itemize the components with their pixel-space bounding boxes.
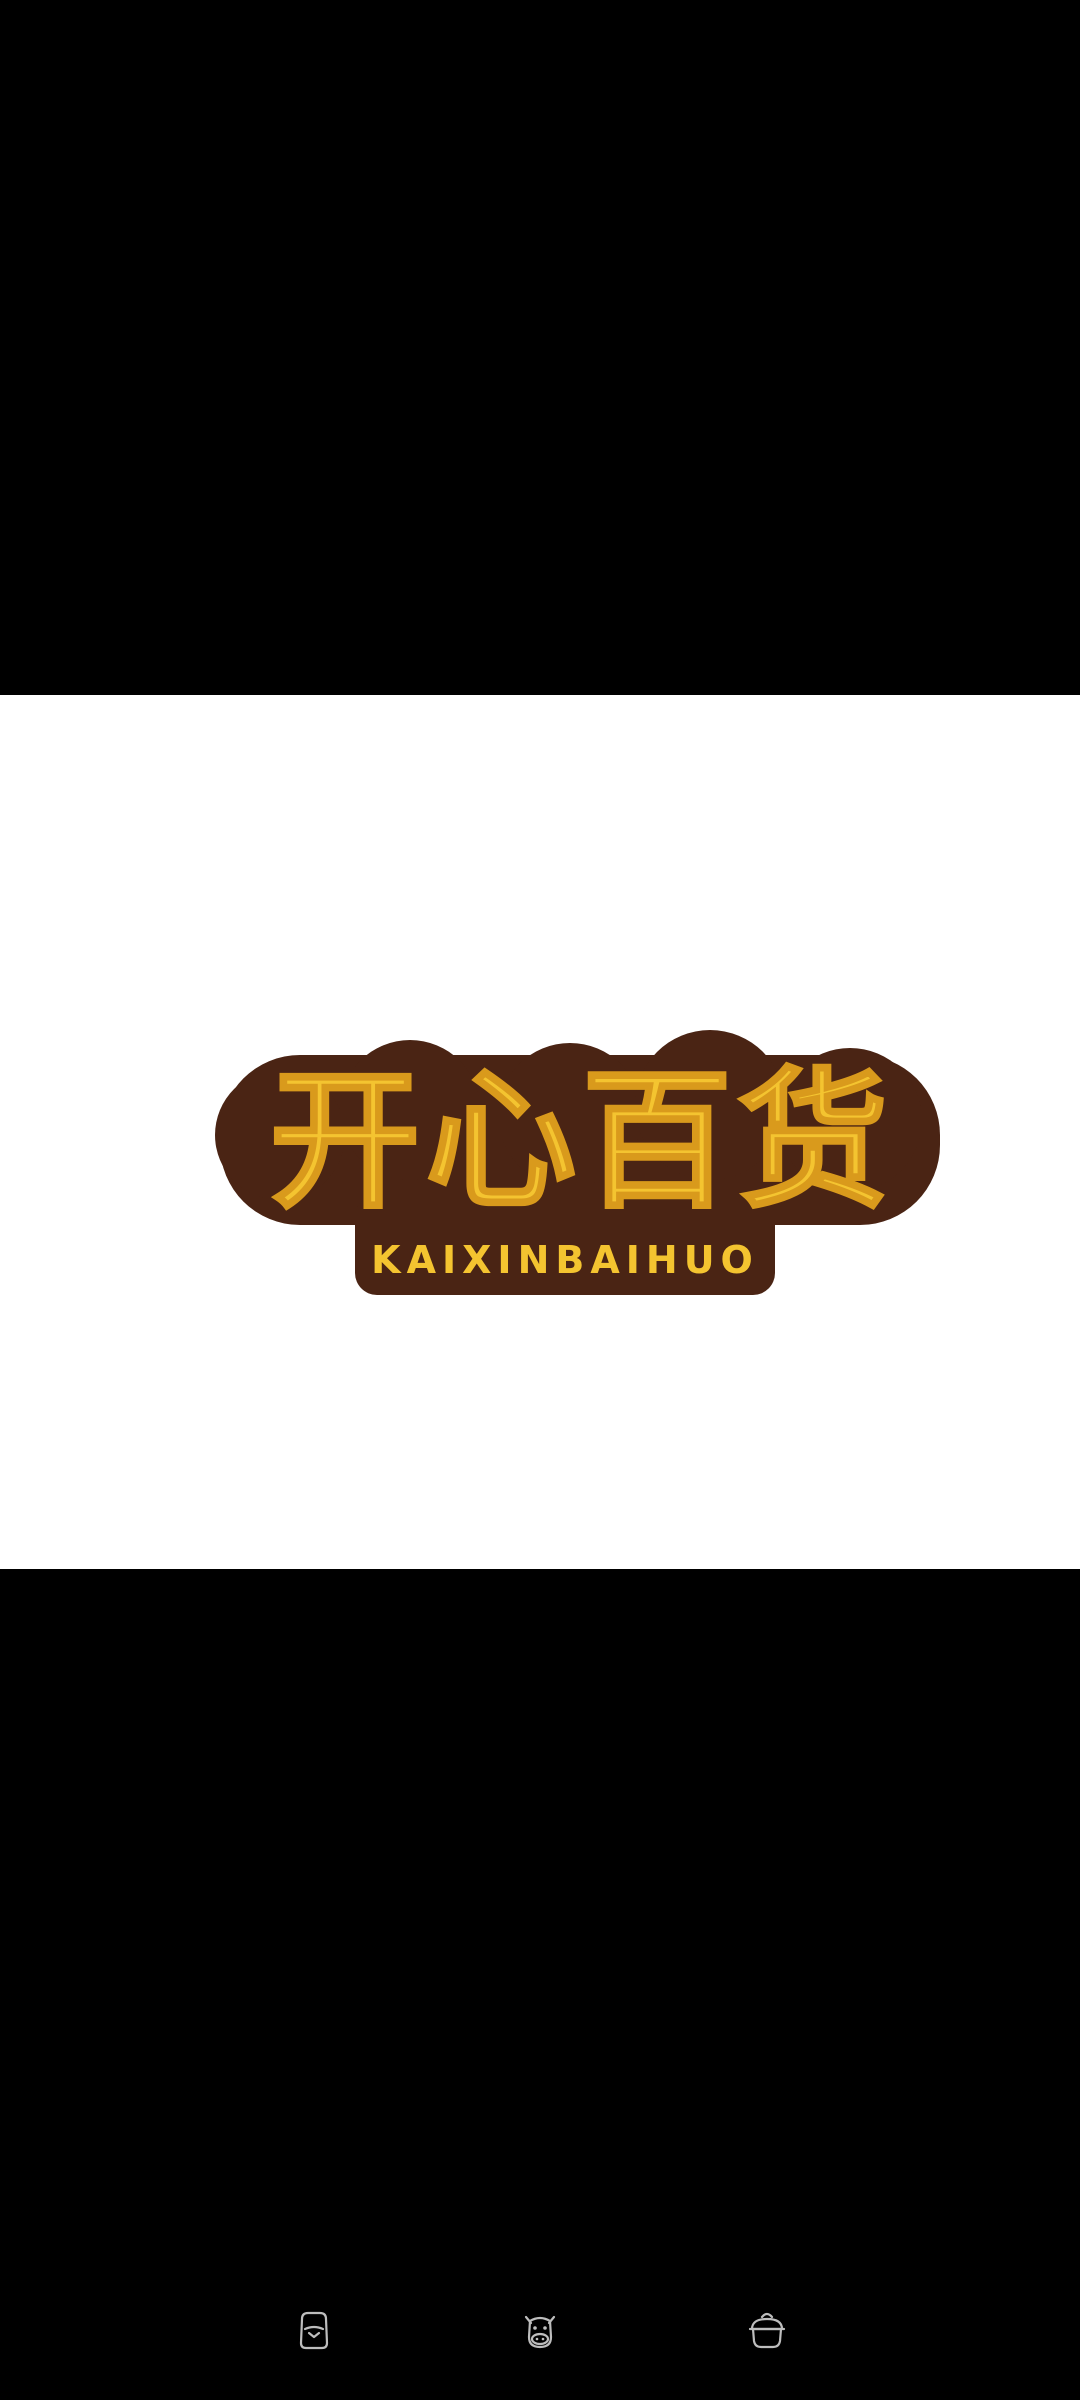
pot-icon: [748, 2312, 786, 2349]
bottom-toolbar: [0, 2285, 1080, 2375]
logo-graphic: 开心百货 KAIXINBAIHUO: [215, 1030, 940, 1295]
logo-title-cn: 开心百货: [270, 1055, 894, 1229]
logo-subtitle: KAIXINBAIHUO: [371, 1238, 759, 1282]
pot-button[interactable]: [737, 2300, 797, 2360]
cow-button[interactable]: [510, 2300, 570, 2360]
displayed-image[interactable]: 开心百货 KAIXINBAIHUO: [0, 695, 1080, 1569]
jar-button[interactable]: [284, 2300, 344, 2360]
image-viewer[interactable]: 开心百货 KAIXINBAIHUO: [0, 0, 1080, 2400]
jar-icon: [299, 2311, 329, 2350]
cow-face-icon: [524, 2315, 556, 2349]
store-logo: 开心百货 KAIXINBAIHUO: [210, 1025, 950, 1310]
